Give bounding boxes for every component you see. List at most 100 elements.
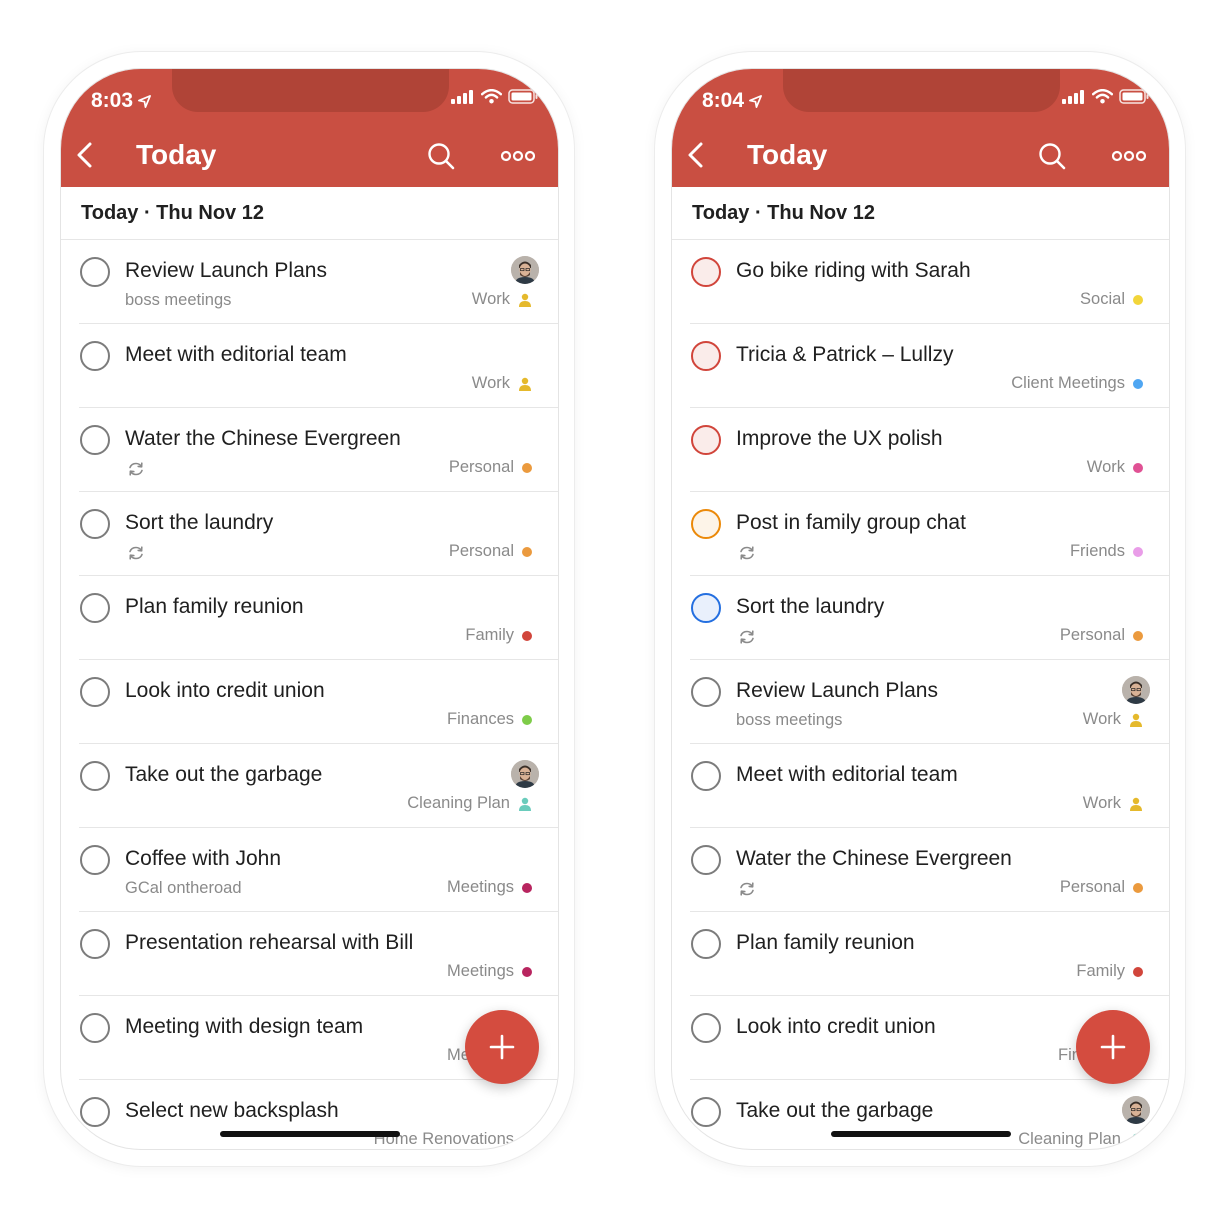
home-indicator[interactable] — [831, 1131, 1011, 1137]
task-project[interactable]: Personal — [1060, 626, 1143, 645]
task-checkbox[interactable] — [80, 509, 110, 539]
task-project[interactable]: Work — [1083, 794, 1143, 813]
task-row[interactable]: Coffee with John GCal ontheroad Meetings — [61, 828, 558, 912]
back-chevron-icon[interactable] — [73, 141, 97, 169]
phone-frame-right: 8:04 Today Today · Thu Nov 12 Go bike ri… — [655, 52, 1185, 1166]
task-project[interactable]: Friends — [1070, 542, 1143, 561]
task-checkbox[interactable] — [691, 1097, 721, 1127]
task-checkbox[interactable] — [80, 761, 110, 791]
task-project[interactable]: Social — [1080, 290, 1143, 309]
task-row[interactable]: Meet with editorial team Work — [672, 744, 1169, 828]
task-project[interactable]: Family — [465, 626, 532, 645]
project-name: Meetings — [447, 962, 514, 980]
page-title: Today — [747, 139, 828, 170]
phone-frame-left: 8:03 Today Today · Thu Nov 12 Review Lau… — [44, 52, 574, 1166]
task-row[interactable]: Tricia & Patrick – Lullzy Client Meetings — [672, 324, 1169, 408]
task-title: Review Launch Plans — [125, 259, 327, 282]
task-project[interactable]: Finances — [447, 710, 532, 729]
task-project[interactable]: Work — [1083, 710, 1143, 729]
location-arrow-icon — [138, 94, 151, 108]
task-row[interactable]: Presentation rehearsal with Bill Meetings — [61, 912, 558, 996]
task-row[interactable]: Water the Chinese Evergreen Personal — [61, 408, 558, 492]
home-indicator[interactable] — [220, 1131, 400, 1137]
task-checkbox[interactable] — [80, 1013, 110, 1043]
task-checkbox[interactable] — [691, 1013, 721, 1043]
more-options-icon[interactable] — [501, 149, 535, 163]
plus-icon — [1100, 1034, 1126, 1060]
task-project[interactable]: Work — [472, 290, 532, 309]
task-title: Go bike riding with Sarah — [736, 259, 971, 282]
assignee-avatar — [511, 760, 539, 788]
task-row[interactable]: Plan family reunion Family — [61, 576, 558, 660]
status-icons — [451, 89, 538, 104]
task-checkbox[interactable] — [80, 677, 110, 707]
task-row[interactable]: Go bike riding with Sarah Social — [672, 240, 1169, 324]
task-description: boss meetings — [125, 291, 232, 309]
project-name: Finances — [447, 710, 514, 728]
plus-icon — [489, 1034, 515, 1060]
task-checkbox[interactable] — [691, 593, 721, 623]
task-row[interactable]: Look into credit union Finances — [61, 660, 558, 744]
task-title: Plan family reunion — [125, 595, 304, 618]
add-task-button[interactable] — [465, 1010, 539, 1084]
task-row[interactable]: Take out the garbage Cleaning Plan — [61, 744, 558, 828]
task-row[interactable]: Review Launch Plans boss meetings Work — [61, 240, 558, 324]
task-checkbox[interactable] — [80, 257, 110, 287]
more-options-icon[interactable] — [1112, 149, 1146, 163]
task-row[interactable]: Sort the laundry Personal — [61, 492, 558, 576]
add-task-button[interactable] — [1076, 1010, 1150, 1084]
task-checkbox[interactable] — [691, 845, 721, 875]
task-project[interactable]: Client Meetings — [1011, 374, 1143, 393]
task-title: Post in family group chat — [736, 511, 966, 534]
project-name: Family — [1076, 962, 1125, 980]
task-checkbox[interactable] — [691, 425, 721, 455]
search-icon[interactable] — [1038, 142, 1066, 170]
task-title: Tricia & Patrick – Lullzy — [736, 343, 954, 366]
search-icon[interactable] — [427, 142, 455, 170]
project-color-dot — [522, 462, 532, 473]
task-checkbox[interactable] — [691, 341, 721, 371]
project-color-dot — [522, 630, 532, 641]
task-checkbox[interactable] — [691, 761, 721, 791]
task-row[interactable]: Post in family group chat Friends — [672, 492, 1169, 576]
task-checkbox[interactable] — [80, 929, 110, 959]
task-row[interactable]: Water the Chinese Evergreen Personal — [672, 828, 1169, 912]
task-project[interactable]: Cleaning Plan — [407, 794, 532, 813]
task-checkbox[interactable] — [691, 677, 721, 707]
task-checkbox[interactable] — [80, 425, 110, 455]
project-name: Personal — [1059, 878, 1125, 896]
task-checkbox[interactable] — [80, 845, 110, 875]
project-name: Meetings — [447, 878, 514, 896]
task-row[interactable]: Plan family reunion Family — [672, 912, 1169, 996]
project-color-dot — [522, 546, 532, 557]
location-arrow-icon — [749, 94, 762, 108]
task-project[interactable]: Cleaning Plan — [1018, 1130, 1143, 1149]
task-row[interactable]: Take out the garbage Cleaning Plan — [672, 1080, 1169, 1149]
task-checkbox[interactable] — [80, 593, 110, 623]
task-checkbox[interactable] — [691, 929, 721, 959]
project-name: Personal — [448, 458, 514, 476]
task-project[interactable]: Personal — [449, 542, 532, 561]
task-checkbox[interactable] — [80, 1097, 110, 1127]
task-checkbox[interactable] — [691, 509, 721, 539]
task-row[interactable]: Review Launch Plans boss meetings Work — [672, 660, 1169, 744]
task-checkbox[interactable] — [691, 257, 721, 287]
task-title: Plan family reunion — [736, 931, 915, 954]
project-name: Work — [471, 290, 510, 308]
task-row[interactable]: Meet with editorial team Work — [61, 324, 558, 408]
notch — [172, 69, 449, 112]
task-row[interactable]: Sort the laundry Personal — [672, 576, 1169, 660]
task-project[interactable]: Meetings — [447, 878, 532, 897]
app-header: 8:03 Today — [61, 69, 558, 187]
task-row[interactable]: Improve the UX polish Work — [672, 408, 1169, 492]
task-row[interactable]: Select new backsplash Home Renovations — [61, 1080, 558, 1149]
task-project[interactable]: Meetings — [447, 962, 532, 981]
task-project[interactable]: Personal — [1060, 878, 1143, 897]
task-project[interactable]: Family — [1076, 962, 1143, 981]
task-project[interactable]: Work — [1087, 458, 1143, 477]
recurring-icon — [129, 462, 143, 476]
task-project[interactable]: Work — [472, 374, 532, 393]
back-chevron-icon[interactable] — [684, 141, 708, 169]
task-checkbox[interactable] — [80, 341, 110, 371]
task-project[interactable]: Personal — [449, 458, 532, 477]
